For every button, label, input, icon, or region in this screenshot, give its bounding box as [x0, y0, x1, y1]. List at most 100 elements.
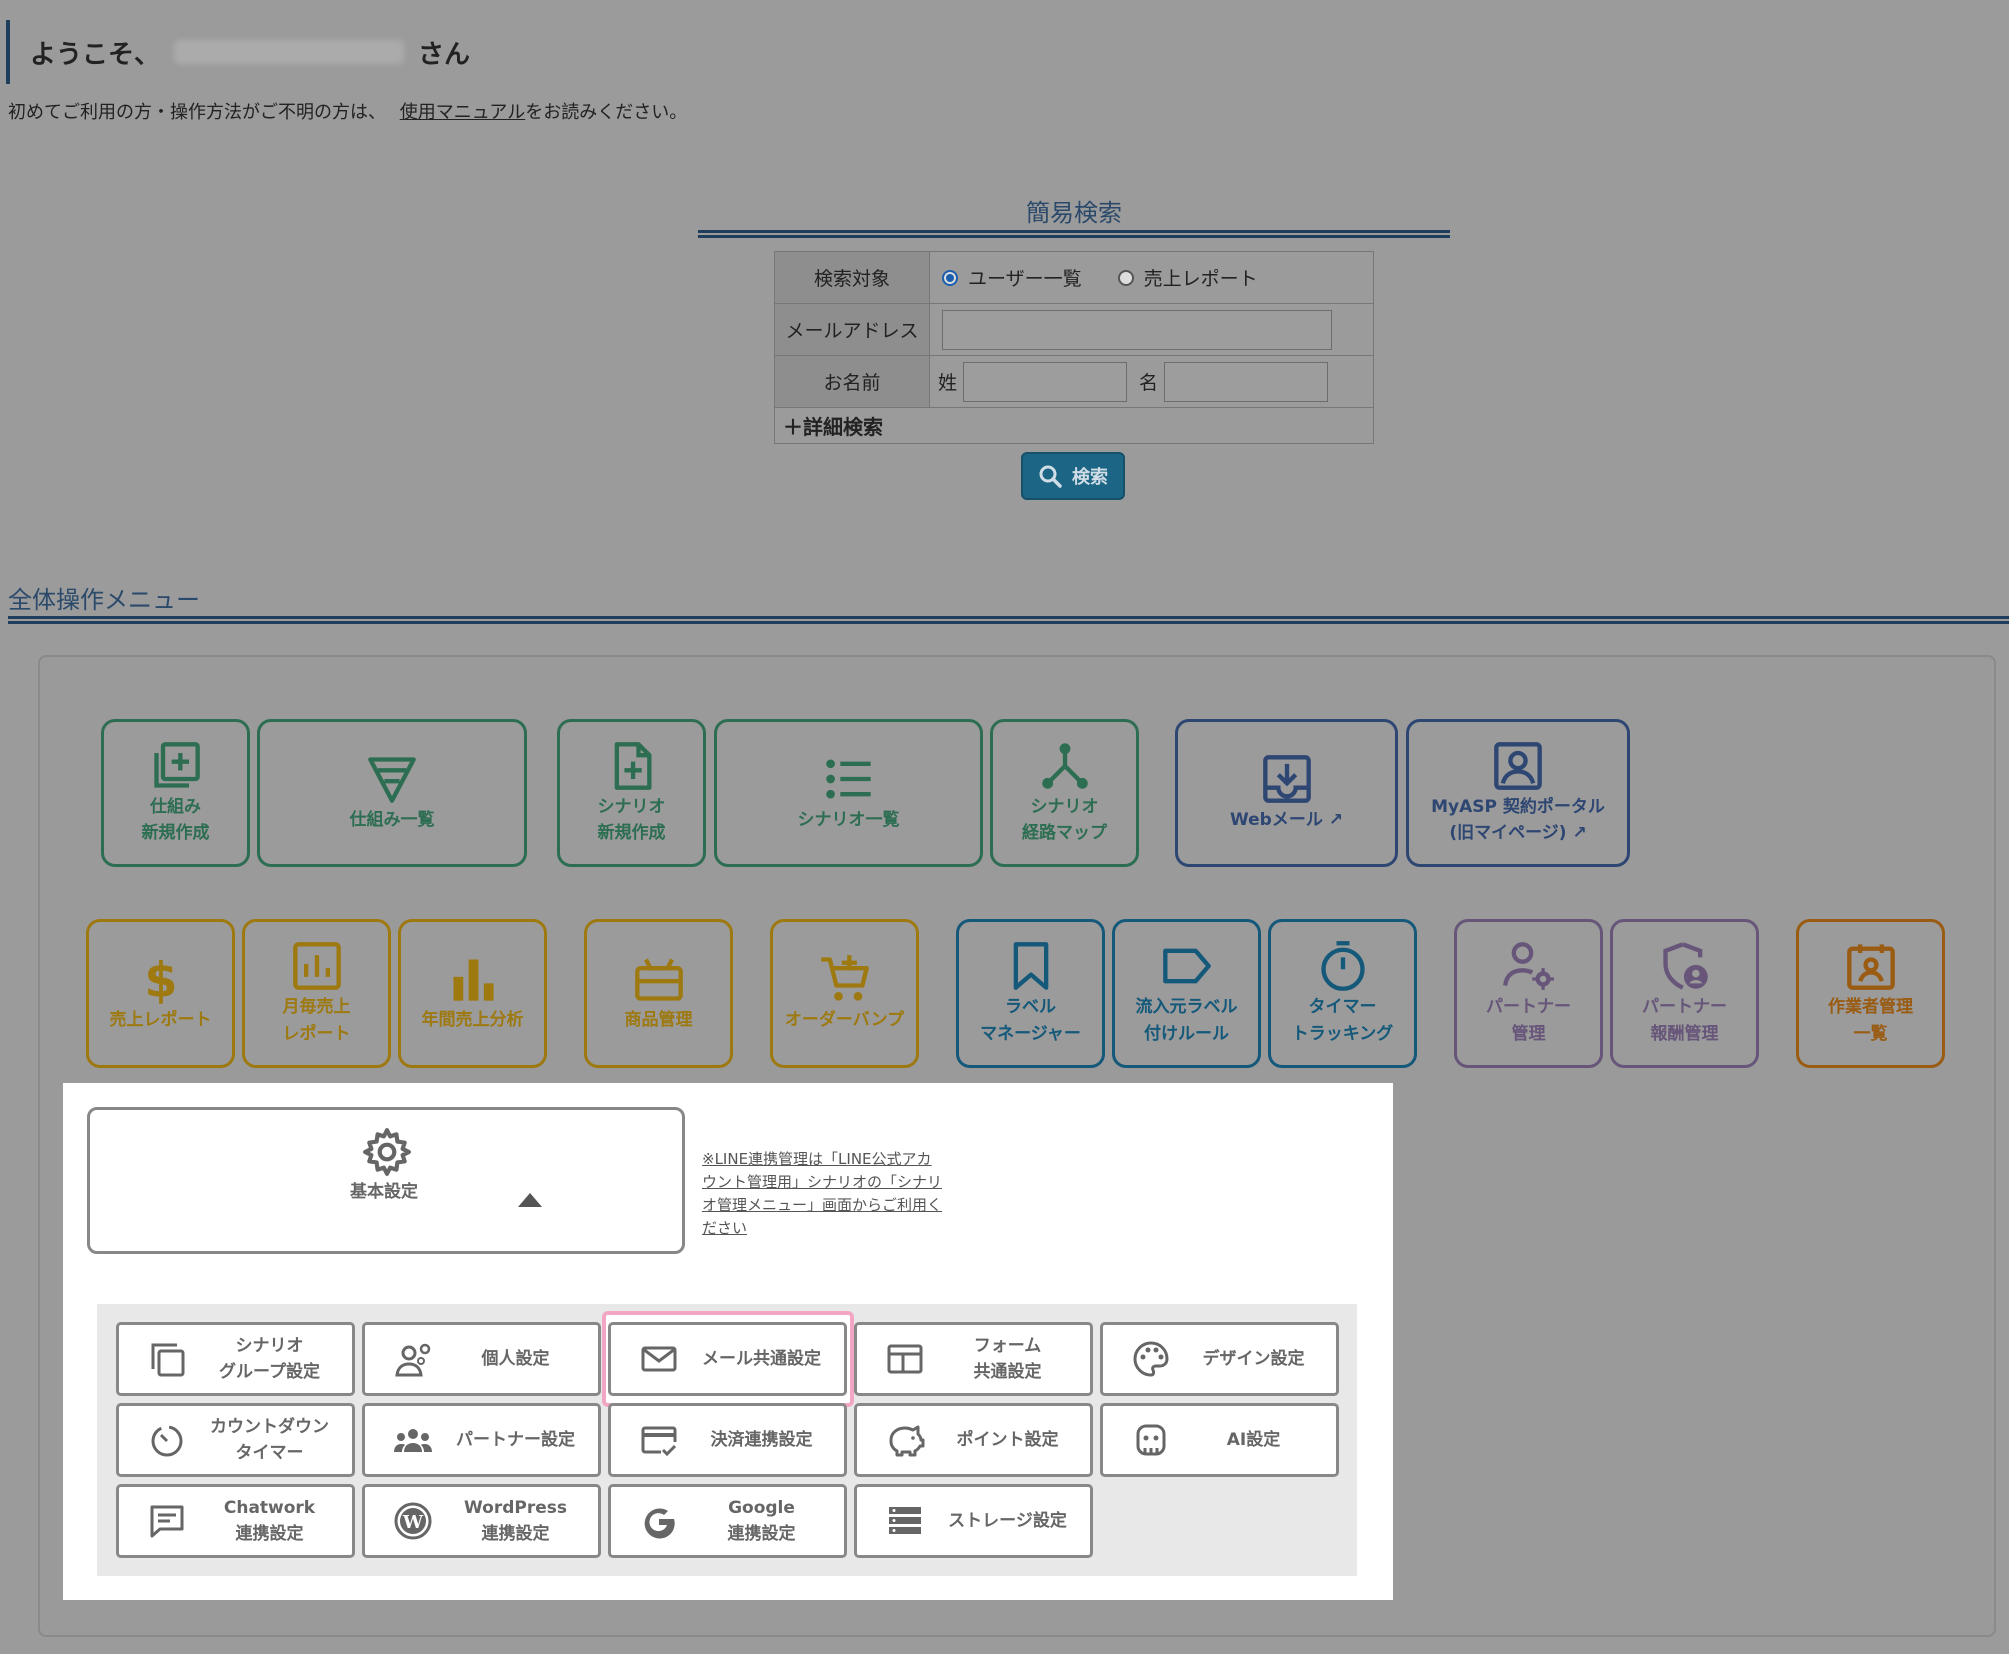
first-name-label: 名 [1139, 372, 1159, 394]
tile-new-funnel[interactable]: 仕組み 新規作成 [101, 719, 250, 867]
line-integration-note[interactable]: ※LINE連携管理は「LINE公式アカウント管理用」シナリオの「シナリオ管理メニ… [702, 1148, 942, 1240]
tile-timer-tracking[interactable]: タイマー トラッキング [1268, 919, 1417, 1068]
btn-label-2: 共通設定 [973, 1362, 1042, 1382]
tile-partner-management[interactable]: パートナー 管理 [1454, 919, 1603, 1068]
external-link-icon: ↗ [1572, 823, 1587, 843]
storage-settings-button[interactable]: ストレージ設定 [854, 1484, 1093, 1558]
intro-text: 初めてご利用の方・操作方法がご不明の方は、 使用マニュアルをお読みください。 [8, 98, 687, 124]
copy-icon [151, 1343, 185, 1377]
bar-chart-icon [453, 959, 494, 1001]
wordpress-integration-button[interactable]: W WordPress 連携設定 [362, 1484, 601, 1558]
bookmark-icon [1013, 942, 1048, 990]
tile-label-1: 月毎売上 [282, 997, 351, 1018]
btn-label-2: タイマー [235, 1443, 304, 1463]
radio-user-list[interactable]: ユーザー一覧 [942, 264, 1082, 291]
menu-title: 全体操作メニュー [8, 586, 200, 614]
blurred-username [174, 40, 405, 64]
tile-label-1: 商品管理 [624, 1010, 693, 1031]
tile-scenario-list[interactable]: シナリオ一覧 [714, 719, 983, 867]
tile-label-1: Webメール ↗ [1230, 807, 1343, 833]
radio-sales-report-label: 売上レポート [1143, 268, 1258, 290]
external-link-icon: ↗ [1328, 809, 1344, 830]
mail-common-settings-button[interactable]: メール共通設定 [608, 1322, 847, 1396]
tile-product-management[interactable]: 商品管理 [584, 919, 733, 1068]
tile-order-bump[interactable]: オーダーバンプ [770, 919, 919, 1068]
tile-label-2: トラッキング [1291, 1023, 1394, 1044]
tile-label-2: マネージャー [980, 1023, 1081, 1044]
tile-label-1: 仕組み [150, 796, 201, 817]
tile-myasp-portal[interactable]: MyASP 契約ポータル (旧マイページ) ↗ [1406, 719, 1630, 867]
countdown-timer-button[interactable]: カウントダウン タイマー [116, 1403, 355, 1477]
tile-partner-reward[interactable]: パートナー 報酬管理 [1610, 919, 1759, 1068]
btn-label-1: フォーム [973, 1336, 1042, 1356]
personal-settings-button[interactable]: 個人設定 [362, 1322, 601, 1396]
shield-user-icon [1662, 942, 1708, 990]
tile-sales-report[interactable]: $ 売上レポート [86, 919, 235, 1068]
design-settings-button[interactable]: デザイン設定 [1100, 1322, 1339, 1396]
search-target-label: 検索対象 [774, 251, 930, 304]
btn-label-1: WordPress [464, 1498, 567, 1518]
tile-label-1: 流入元ラベル [1135, 997, 1238, 1018]
tile-worker-management[interactable]: 作業者管理 一覧 [1796, 919, 1945, 1068]
tile-funnel-list[interactable]: 仕組み一覧 [257, 719, 527, 867]
point-settings-button[interactable]: ポイント設定 [854, 1403, 1093, 1477]
chatwork-integration-button[interactable]: Chatwork 連携設定 [116, 1484, 355, 1558]
btn-label-2: グループ設定 [219, 1362, 320, 1382]
bar-chart-box-icon [292, 942, 341, 990]
first-name-input[interactable] [1164, 361, 1329, 402]
wordpress-icon: W [394, 1502, 432, 1540]
tile-source-label-rules[interactable]: 流入元ラベル 付けルール [1112, 919, 1261, 1068]
route-map-icon [1041, 742, 1088, 789]
google-integration-button[interactable]: Google 連携設定 [608, 1484, 847, 1558]
tile-webmail[interactable]: Webメール ↗ [1175, 719, 1398, 867]
radio-checked-icon [942, 269, 958, 286]
cart-add-icon [820, 955, 869, 1001]
tile-label-1: MyASP 契約ポータル [1431, 796, 1605, 817]
tile-monthly-sales[interactable]: 月毎売上 レポート [242, 919, 391, 1068]
tile-label-1: 売上レポート [109, 1010, 212, 1031]
form-layout-icon [887, 1344, 923, 1374]
form-common-settings-button[interactable]: フォーム 共通設定 [854, 1322, 1093, 1396]
payment-integration-settings-button[interactable]: 決済連携設定 [608, 1403, 847, 1477]
partner-settings-button[interactable]: パートナー設定 [362, 1403, 601, 1477]
tile-label-text: (旧マイページ) [1449, 823, 1567, 843]
scenario-group-settings-button[interactable]: シナリオグループ設定 [116, 1322, 355, 1396]
tile-label-2: 新規作成 [141, 823, 210, 843]
tile-label-2: 経路マップ [1022, 823, 1107, 843]
tag-icon [1162, 948, 1211, 984]
btn-label-1: ポイント設定 [956, 1430, 1059, 1450]
welcome-heading: ようこそ、 さん [6, 20, 470, 84]
last-name-label: 姓 [938, 372, 958, 394]
btn-label-1: メール共通設定 [702, 1349, 821, 1369]
tile-label-1: 仕組み一覧 [349, 809, 435, 830]
btn-label-1: 個人設定 [481, 1349, 550, 1369]
welcome-prefix: ようこそ、 [30, 39, 161, 70]
tile-label-manager[interactable]: ラベル マネージャー [956, 919, 1105, 1068]
btn-label-1: カウントダウン [210, 1417, 329, 1437]
radio-user-list-label: ユーザー一覧 [968, 268, 1082, 290]
btn-label-1: シナリオ [235, 1336, 304, 1356]
tile-label-1: シナリオ [1030, 796, 1099, 817]
ai-settings-button[interactable]: AI設定 [1100, 1403, 1339, 1477]
name-label: お名前 [774, 355, 930, 408]
email-label: メールアドレス [774, 303, 930, 356]
email-input[interactable] [942, 309, 1332, 350]
caret-up-icon[interactable] [518, 1193, 542, 1207]
search-button[interactable]: 検索 [1021, 452, 1125, 500]
stopwatch-icon [1320, 941, 1365, 992]
radio-sales-report[interactable]: 売上レポート [1117, 264, 1258, 291]
menu-title-underline [8, 616, 2009, 624]
btn-label-2: 連携設定 [481, 1524, 550, 1544]
tile-annual-sales[interactable]: 年間売上分析 [398, 919, 547, 1068]
funnel-icon [368, 757, 416, 803]
detail-search-toggle[interactable]: ＋詳細検索 [774, 407, 1374, 444]
account-portrait-icon [1494, 741, 1542, 790]
last-name-input[interactable] [963, 361, 1128, 402]
tile-scenario-route-map[interactable]: シナリオ 経路マップ [990, 719, 1139, 867]
manual-link[interactable]: 使用マニュアル [400, 102, 525, 123]
countdown-icon [151, 1425, 183, 1457]
btn-label-1: AI設定 [1226, 1430, 1281, 1450]
tile-label-2: レポート [282, 1023, 351, 1044]
btn-label-1: 決済連携設定 [710, 1430, 813, 1450]
tile-new-scenario[interactable]: シナリオ 新規作成 [557, 719, 706, 867]
